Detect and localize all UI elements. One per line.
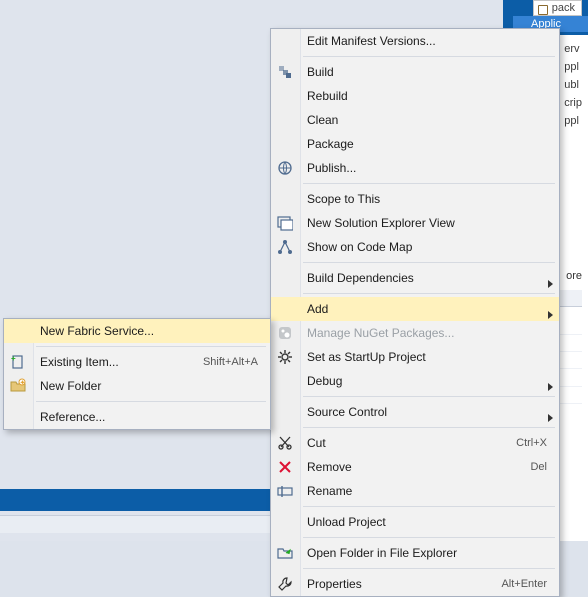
menu-item-shortcut: Ctrl+X bbox=[516, 431, 547, 455]
menu-item-label: Cut bbox=[307, 436, 326, 450]
menu-separator bbox=[303, 537, 555, 538]
context-menu-item-new-sol-view[interactable]: New Solution Explorer View bbox=[271, 211, 559, 235]
menu-item-label: Manage NuGet Packages... bbox=[307, 326, 454, 340]
menu-item-shortcut: Del bbox=[530, 455, 547, 479]
menu-separator bbox=[36, 401, 266, 402]
menu-item-label: Add bbox=[307, 302, 328, 316]
context-menu: Edit Manifest Versions... Build Rebuild Cle… bbox=[270, 28, 560, 597]
menu-separator bbox=[303, 183, 555, 184]
context-menu-item-package[interactable]: Package bbox=[271, 132, 559, 156]
context-menu-item-build[interactable]: Build bbox=[271, 60, 559, 84]
submenu-arrow-icon bbox=[548, 375, 553, 399]
context-menu-item-properties[interactable]: Properties Alt+Enter bbox=[271, 572, 559, 596]
menu-separator bbox=[303, 427, 555, 428]
context-menu-item-startup[interactable]: Set as StartUp Project bbox=[271, 345, 559, 369]
context-menu-item-unload[interactable]: Unload Project bbox=[271, 510, 559, 534]
solution-tree-peek: erv ppl ubl crip ppl bbox=[564, 40, 582, 130]
menu-item-label: Set as StartUp Project bbox=[307, 350, 426, 364]
menu-separator bbox=[303, 262, 555, 263]
context-menu-item-edit-manifest[interactable]: Edit Manifest Versions... bbox=[271, 29, 559, 53]
svg-text:+: + bbox=[11, 354, 16, 363]
add-submenu-item-new-folder[interactable]: ✦ New Folder bbox=[4, 374, 270, 398]
add-submenu-item-reference[interactable]: Reference... bbox=[4, 405, 270, 429]
cut-icon bbox=[277, 435, 293, 451]
menu-item-label: Unload Project bbox=[307, 515, 386, 529]
remove-icon bbox=[277, 459, 293, 475]
menu-item-label: Build bbox=[307, 65, 334, 79]
packages-config-chip: pack bbox=[533, 0, 582, 16]
menu-item-label: Open Folder in File Explorer bbox=[307, 546, 457, 560]
menu-item-label: New Solution Explorer View bbox=[307, 216, 455, 230]
rename-icon bbox=[277, 483, 293, 499]
menu-item-label: Scope to This bbox=[307, 192, 380, 206]
context-menu-item-codemap[interactable]: Show on Code Map bbox=[271, 235, 559, 259]
context-menu-item-open-folder[interactable]: Open Folder in File Explorer bbox=[271, 541, 559, 565]
menu-item-label: Rename bbox=[307, 484, 352, 498]
menu-separator bbox=[303, 506, 555, 507]
menu-item-label: New Fabric Service... bbox=[40, 324, 154, 338]
menu-item-label: Show on Code Map bbox=[307, 240, 412, 254]
menu-separator bbox=[303, 568, 555, 569]
menu-item-label: Rebuild bbox=[307, 89, 348, 103]
nuget-icon bbox=[277, 325, 293, 341]
context-menu-item-nuget: Manage NuGet Packages... bbox=[271, 321, 559, 345]
submenu-arrow-icon bbox=[548, 272, 553, 296]
menu-separator bbox=[303, 293, 555, 294]
menu-item-label: Source Control bbox=[307, 405, 387, 419]
menu-separator bbox=[303, 396, 555, 397]
new-folder-icon: ✦ bbox=[10, 378, 26, 394]
menu-item-shortcut: Alt+Enter bbox=[501, 572, 547, 596]
solution-tree-ore: ore bbox=[566, 270, 582, 282]
menu-item-label: Existing Item... bbox=[40, 355, 119, 369]
context-menu-item-clean[interactable]: Clean bbox=[271, 108, 559, 132]
menu-item-label: Remove bbox=[307, 460, 352, 474]
add-submenu-item-existing-item[interactable]: + Existing Item... Shift+Alt+A bbox=[4, 350, 270, 374]
context-menu-item-publish[interactable]: Publish... bbox=[271, 156, 559, 180]
context-menu-item-source-ctrl[interactable]: Source Control bbox=[271, 400, 559, 424]
context-menu-item-remove[interactable]: Remove Del bbox=[271, 455, 559, 479]
gear-icon bbox=[277, 349, 293, 365]
menu-item-label: Debug bbox=[307, 374, 342, 388]
context-menu-item-rename[interactable]: Rename bbox=[271, 479, 559, 503]
context-menu-item-cut[interactable]: Cut Ctrl+X bbox=[271, 431, 559, 455]
context-menu-item-scope[interactable]: Scope to This bbox=[271, 187, 559, 211]
menu-separator bbox=[303, 56, 555, 57]
menu-item-label: Properties bbox=[307, 577, 362, 591]
build-icon bbox=[277, 64, 293, 80]
new-view-icon bbox=[277, 215, 293, 231]
existing-icon: + bbox=[10, 354, 26, 370]
menu-item-label: Edit Manifest Versions... bbox=[307, 34, 436, 48]
menu-item-label: Publish... bbox=[307, 161, 356, 175]
menu-item-label: Build Dependencies bbox=[307, 271, 414, 285]
menu-item-label: Clean bbox=[307, 113, 338, 127]
context-menu-item-debug[interactable]: Debug bbox=[271, 369, 559, 393]
submenu-arrow-icon bbox=[548, 406, 553, 430]
context-menu-item-add[interactable]: Add bbox=[271, 297, 559, 321]
menu-separator bbox=[36, 346, 266, 347]
add-submenu: New Fabric Service... + Existing Item... Sh… bbox=[3, 318, 271, 430]
folder-open-icon bbox=[277, 545, 293, 561]
menu-item-label: Package bbox=[307, 137, 354, 151]
add-submenu-item-new-fabric[interactable]: New Fabric Service... bbox=[4, 319, 270, 343]
context-menu-item-build-deps[interactable]: Build Dependencies bbox=[271, 266, 559, 290]
context-menu-item-rebuild[interactable]: Rebuild bbox=[271, 84, 559, 108]
menu-item-shortcut: Shift+Alt+A bbox=[203, 350, 258, 374]
publish-icon bbox=[277, 160, 293, 176]
svg-text:✦: ✦ bbox=[20, 380, 25, 387]
menu-item-label: New Folder bbox=[40, 379, 101, 393]
wrench-icon bbox=[277, 576, 293, 592]
menu-item-label: Reference... bbox=[40, 410, 105, 424]
codemap-icon bbox=[277, 239, 293, 255]
